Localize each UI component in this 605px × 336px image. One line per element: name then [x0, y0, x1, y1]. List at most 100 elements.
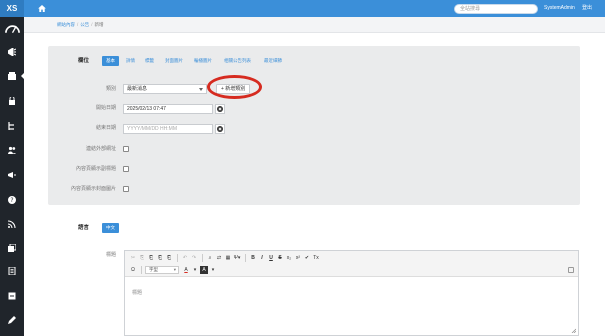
tab-language-chinese[interactable]: 中文	[102, 223, 119, 233]
cut-button[interactable]: ✂	[129, 254, 137, 262]
category-select-value: 最新消息	[127, 86, 148, 92]
breadcrumb-item-current: 新增	[94, 22, 104, 27]
show-subtitle-checkbox[interactable]	[123, 166, 129, 172]
redo-button[interactable]: ↷	[190, 254, 198, 262]
editor-toolbar: ✂⎘⎗⎗⎗↶↷⌕⇄▦Ψ▾BIUSx₂x²✔Tx Ω 字型 A ▾ A ▾	[125, 251, 578, 277]
sidebar-item-announcement[interactable]	[0, 46, 24, 58]
sidebar-item-gallery[interactable]	[0, 242, 24, 254]
select-all-button[interactable]: ▦	[224, 254, 232, 262]
show-cover-checkbox[interactable]	[123, 186, 129, 192]
clear-circle-icon	[217, 106, 223, 112]
bullhorn-icon	[8, 172, 16, 178]
sidebar-item-tools[interactable]	[0, 314, 24, 326]
breadcrumb-bar: 網站內容 / 公告 / 新增	[24, 17, 605, 33]
remove-format-button[interactable]: Tx	[312, 254, 320, 262]
global-search-input[interactable]: 全站搜尋	[454, 4, 538, 14]
box-icon	[8, 72, 16, 80]
svg-text:?: ?	[10, 197, 13, 204]
help-circle-icon: ?	[8, 196, 16, 204]
spellcheck-button[interactable]: Ψ▾	[233, 254, 241, 262]
home-icon[interactable]	[38, 5, 46, 12]
breadcrumb-item-announcement[interactable]: 公告	[80, 22, 89, 27]
superscript-button[interactable]: x²	[294, 254, 302, 262]
tab-related-announcements[interactable]: 相關公告列表	[224, 56, 251, 66]
sidebar-item-pages[interactable]	[0, 265, 24, 277]
sidebar-item-users[interactable]	[0, 144, 24, 156]
paste-text-button[interactable]: ⎗	[156, 254, 164, 262]
find-button[interactable]: ⌕	[206, 254, 214, 262]
annotation-highlight-ring	[207, 75, 262, 99]
sidebar-item-structure[interactable]	[0, 120, 24, 132]
dashboard-gauge-icon[interactable]	[5, 23, 20, 33]
toolbar-divider	[177, 254, 178, 262]
tab-tags[interactable]: 標籤	[145, 56, 154, 66]
editor-toolbar-row-1: ✂ ⎘ ⎗ ⎗ ⎗ ↶ ↷ ⌕ ⇄ ▦ Ψ▾ B I U Sx₂ x² ✔ Tx	[129, 253, 321, 263]
archive-icon	[8, 292, 16, 300]
chevron-down-icon	[199, 88, 203, 91]
brand-logo[interactable]: XS	[0, 0, 24, 17]
start-date-clear-button[interactable]	[215, 104, 225, 114]
tab-details[interactable]: 詳情	[126, 56, 135, 66]
tab-basic[interactable]: 基本	[102, 56, 119, 66]
fields-section-label: 欄位	[78, 58, 90, 64]
toolbar-divider	[245, 254, 246, 262]
subscript-button[interactable]: x₂	[285, 254, 293, 262]
chevron-down-icon[interactable]: ▾	[209, 266, 217, 274]
sidebar-item-records[interactable]	[0, 290, 24, 302]
text-color-button[interactable]: A	[182, 266, 190, 274]
pencil-icon	[8, 316, 16, 324]
paste-word-button[interactable]: ⎗	[165, 254, 173, 262]
sidebar-item-help[interactable]: ?	[0, 194, 24, 206]
top-navbar: XS 全站搜尋 SystemAdmin 登出	[0, 0, 605, 17]
sidebar-item-feed[interactable]	[0, 218, 24, 230]
megaphone-icon	[8, 48, 16, 56]
breadcrumb: 網站內容 / 公告 / 新增	[57, 22, 104, 27]
lock-icon	[9, 97, 15, 105]
images-icon	[8, 244, 16, 252]
show-subtitle-label: 內容頁顯示副標題	[75, 166, 116, 172]
underline-button[interactable]: U	[267, 254, 275, 262]
show-cover-label: 內容頁顯示封面圖片	[70, 186, 116, 192]
end-date-label: 結束日期	[95, 125, 116, 131]
document-icon	[8, 267, 16, 275]
title-field-label: 標題	[105, 252, 116, 258]
tab-recent-details[interactable]: 最近細節	[264, 56, 282, 66]
start-date-input[interactable]: 2025/02/13 07:47	[123, 104, 213, 114]
undo-button[interactable]: ↶	[181, 254, 189, 262]
special-char-button[interactable]: Ω	[129, 266, 137, 274]
background-color-button[interactable]: A	[200, 266, 208, 274]
editor-toolbar-row-2: Ω 字型 A ▾ A ▾	[129, 265, 218, 275]
external-link-checkbox[interactable]	[123, 146, 129, 152]
resize-handle-icon[interactable]	[571, 328, 576, 333]
tab-cover-image[interactable]: 封面圖片	[165, 56, 183, 66]
sidebar-item-news[interactable]	[0, 169, 24, 181]
start-date-label: 開始日期	[95, 105, 116, 111]
paste-button[interactable]: ⎗	[147, 254, 155, 262]
clear-circle-icon	[217, 126, 223, 132]
category-label: 類別	[105, 86, 116, 92]
logout-link[interactable]: 登出	[582, 5, 592, 12]
external-link-label: 連結外部網址	[85, 146, 116, 152]
category-select[interactable]: 最新消息	[123, 84, 207, 94]
italic-button[interactable]: I	[258, 254, 266, 262]
end-date-input[interactable]: YYYY/MM/DD HH:MM	[123, 124, 213, 134]
check-button[interactable]: ✔	[303, 254, 311, 262]
breadcrumb-item-content[interactable]: 網站內容	[57, 22, 75, 27]
tab-carousel-images[interactable]: 輪播圖片	[194, 56, 212, 66]
bold-button[interactable]: B	[249, 254, 257, 262]
sidebar: ?	[0, 17, 24, 336]
maximize-icon[interactable]	[568, 267, 574, 273]
user-menu[interactable]: SystemAdmin	[544, 5, 575, 12]
chevron-down-icon[interactable]: ▾	[191, 266, 199, 274]
copy-button[interactable]: ⎘	[138, 254, 146, 262]
font-family-select[interactable]: 字型	[145, 266, 179, 274]
end-date-clear-button[interactable]	[215, 124, 225, 134]
sidebar-item-content[interactable]	[0, 70, 24, 82]
language-section-label: 語言	[78, 225, 90, 231]
toolbar-divider	[141, 266, 142, 274]
sidebar-item-lock[interactable]	[0, 95, 24, 107]
sitemap-icon	[8, 122, 14, 130]
editor-content[interactable]: 標題	[132, 290, 142, 297]
strike-button[interactable]: S	[276, 254, 284, 262]
replace-button[interactable]: ⇄	[215, 254, 223, 262]
